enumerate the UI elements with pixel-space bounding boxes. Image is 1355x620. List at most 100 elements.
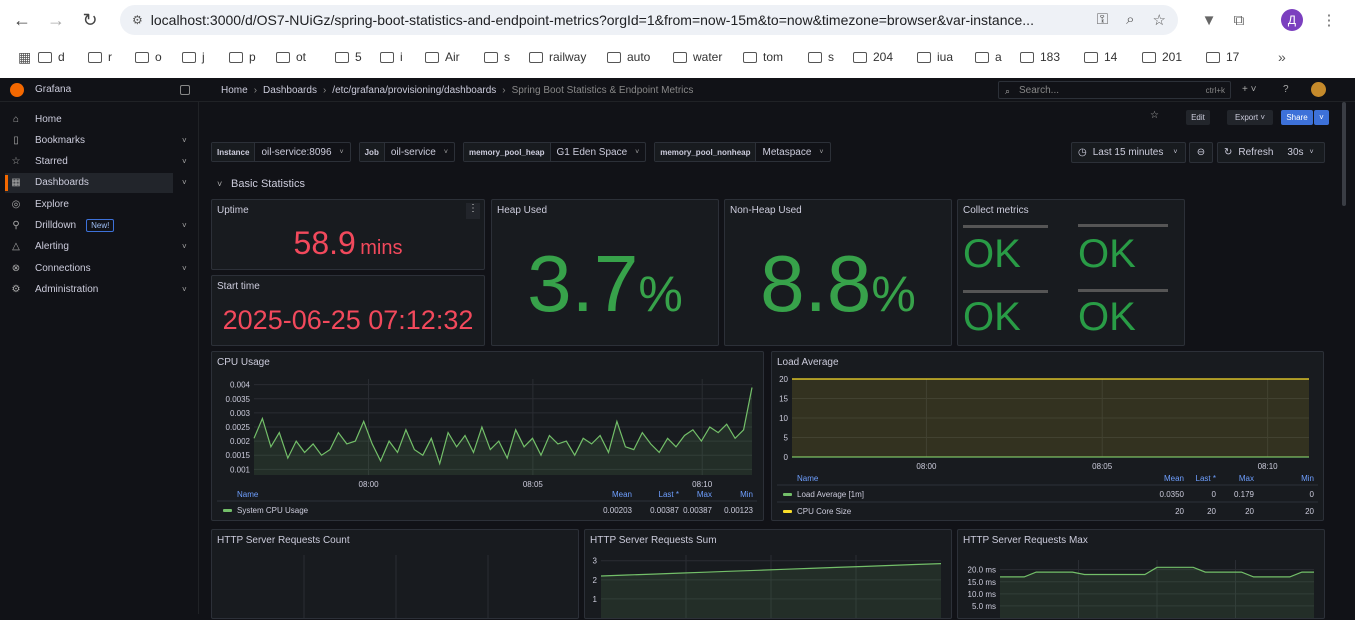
browser-menu-icon[interactable]: ⋮ bbox=[1318, 9, 1340, 31]
bookmark-item[interactable]: ot bbox=[276, 43, 335, 71]
folder-icon bbox=[229, 51, 243, 63]
legend-value: 20 bbox=[1207, 507, 1216, 516]
bookmark-item[interactable]: r bbox=[88, 43, 135, 71]
sidebar-item-explore[interactable]: ◎ Explore bbox=[0, 194, 199, 214]
variable-select[interactable]: oil-service ˅ bbox=[385, 143, 454, 161]
variable-instance[interactable]: Instance oil-service:8096 ˅ bbox=[211, 142, 351, 162]
share-button[interactable]: Share bbox=[1281, 110, 1313, 125]
more-bookmarks-icon[interactable]: » bbox=[1278, 49, 1286, 65]
user-avatar[interactable] bbox=[1311, 82, 1326, 97]
variable-select[interactable]: G1 Eden Space ˅ bbox=[551, 143, 646, 161]
help-icon[interactable]: ? bbox=[1283, 84, 1289, 95]
sidebar-item-drilldown[interactable]: ⚲ Drilldown New! ˅ bbox=[0, 216, 199, 236]
bookmark-item[interactable]: a bbox=[975, 43, 1020, 71]
row-collapse-icon[interactable]: ˅ bbox=[217, 179, 222, 189]
y-tick-label: 0.003 bbox=[230, 409, 251, 418]
star-dashboard-icon[interactable]: ☆ bbox=[1150, 110, 1159, 121]
bookmark-item[interactable]: d bbox=[38, 43, 88, 71]
reload-icon[interactable]: ↻ bbox=[78, 8, 102, 32]
http-sum-chart[interactable]: 3 2 1 bbox=[585, 530, 953, 620]
bookmark-item[interactable]: s bbox=[484, 43, 529, 71]
x-tick-label: 08:05 bbox=[523, 480, 544, 489]
panel-title: Heap Used bbox=[497, 205, 548, 216]
variable-select[interactable]: Metaspace ˅ bbox=[756, 143, 829, 161]
chevron-down-icon[interactable]: ˅ bbox=[182, 178, 187, 187]
row-title[interactable]: Basic Statistics bbox=[231, 178, 305, 190]
http-max-chart[interactable]: 20.0 ms 15.0 ms 10.0 ms 5.0 ms bbox=[958, 530, 1326, 620]
legend-value: 0 bbox=[1310, 490, 1315, 499]
bookmark-item[interactable]: i bbox=[380, 43, 425, 71]
dock-menu-icon[interactable] bbox=[180, 85, 190, 95]
legend-header: Mean bbox=[1164, 474, 1184, 483]
breadcrumb-home[interactable]: Home bbox=[221, 85, 248, 96]
refresh-button[interactable]: ↻ Refresh 30s ˅ bbox=[1217, 142, 1325, 163]
address-bar[interactable]: ⚙ localhost:3000/d/OS7-NUiGz/spring-boot… bbox=[120, 5, 1178, 35]
zoom-out-icon[interactable]: ⊖ bbox=[1189, 142, 1213, 163]
apps-grid-icon[interactable]: ▦ bbox=[18, 49, 38, 66]
variable-memory-pool-heap[interactable]: memory_pool_heap G1 Eden Space ˅ bbox=[462, 142, 647, 162]
chevron-down-icon[interactable]: ˅ bbox=[182, 136, 187, 145]
edit-button[interactable]: Edit bbox=[1186, 110, 1210, 125]
profile-avatar[interactable]: Д bbox=[1281, 9, 1303, 31]
url-text[interactable]: localhost:3000/d/OS7-NUiGz/spring-boot-s… bbox=[151, 12, 1111, 28]
time-picker[interactable]: ◷ Last 15 minutes ˅ bbox=[1071, 142, 1186, 163]
cpu-chart[interactable]: 0.004 0.0035 0.003 0.0025 0.002 0.0015 0.001 08… bbox=[212, 352, 765, 522]
bookmark-item[interactable]: railway bbox=[529, 43, 607, 71]
bookmark-item[interactable]: 201 bbox=[1142, 43, 1206, 71]
chevron-down-icon[interactable]: ˅ bbox=[182, 285, 187, 294]
back-icon[interactable]: ← bbox=[10, 8, 34, 32]
http-count-chart[interactable] bbox=[212, 530, 580, 620]
bookmark-item[interactable]: j bbox=[182, 43, 229, 71]
sidebar-item-alerting[interactable]: △ Alerting ˅ bbox=[0, 237, 199, 257]
bookmark-item[interactable]: 17 bbox=[1206, 43, 1268, 71]
refresh-interval[interactable]: 30s bbox=[1287, 147, 1303, 158]
share-dropdown-icon[interactable]: ˅ bbox=[1314, 110, 1329, 125]
bookmark-item[interactable]: s bbox=[808, 43, 853, 71]
chevron-down-icon[interactable]: ˅ bbox=[182, 242, 187, 251]
add-icon[interactable]: + ˅ bbox=[1242, 84, 1256, 95]
export-button[interactable]: Export ˅ bbox=[1227, 110, 1273, 125]
variable-select[interactable]: oil-service:8096 ˅ bbox=[255, 143, 349, 161]
password-key-icon[interactable]: ⚿ bbox=[1097, 11, 1108, 29]
scrollbar[interactable] bbox=[1342, 102, 1346, 206]
bookmark-item[interactable]: p bbox=[229, 43, 276, 71]
bookmark-item[interactable]: auto bbox=[607, 43, 673, 71]
bookmark-item[interactable]: water bbox=[673, 43, 743, 71]
chevron-down-icon[interactable]: ˅ bbox=[182, 157, 187, 166]
bookmark-label: iua bbox=[937, 50, 954, 64]
bookmark-item[interactable]: 5 bbox=[335, 43, 380, 71]
variable-memory-pool-nonheap[interactable]: memory_pool_nonheap Metaspace ˅ bbox=[654, 142, 831, 162]
chevron-down-icon[interactable]: ˅ bbox=[182, 221, 187, 230]
breadcrumb-folder[interactable]: /etc/grafana/provisioning/dashboards bbox=[332, 85, 496, 96]
sidebar-item-dashboards[interactable]: ▦ Dashboards ˅ bbox=[5, 172, 187, 193]
variable-job[interactable]: Job oil-service ˅ bbox=[358, 142, 455, 162]
load-chart[interactable]: 20 15 10 5 0 08:00 08:05 08:10 Name Mean Last * Max… bbox=[772, 352, 1325, 522]
bookmark-item[interactable]: tom bbox=[743, 43, 808, 71]
grafana-logo-icon[interactable] bbox=[10, 83, 24, 97]
breadcrumb-dashboards[interactable]: Dashboards bbox=[263, 85, 317, 96]
zoom-icon[interactable]: ⌕ bbox=[1126, 11, 1134, 29]
extensions-icon[interactable]: ⧉ bbox=[1228, 9, 1250, 31]
chevron-down-icon[interactable]: ˅ bbox=[182, 264, 187, 273]
bookmark-item[interactable]: iua bbox=[917, 43, 975, 71]
search-input[interactable]: ⌕ Search... ctrl+k bbox=[998, 81, 1231, 99]
forward-icon[interactable]: → bbox=[44, 8, 68, 32]
bookmark-star-icon[interactable]: ☆ bbox=[1153, 11, 1166, 29]
sidebar-item-administration[interactable]: ⚙ Administration ˅ bbox=[0, 279, 199, 299]
panel-uptime: Uptime ⋮ 58.9 mins bbox=[211, 199, 485, 270]
series-area bbox=[792, 379, 1309, 457]
bookmark-item[interactable]: 204 bbox=[853, 43, 917, 71]
sidebar-item-starred[interactable]: ☆ Starred ˅ bbox=[0, 152, 199, 172]
sidebar-item-home[interactable]: ⌂ Home bbox=[0, 109, 199, 129]
site-info-icon[interactable]: ⚙ bbox=[132, 13, 143, 27]
sidebar-item-connections[interactable]: ⊗ Connections ˅ bbox=[0, 258, 199, 278]
sidebar-item-bookmarks[interactable]: ▯ Bookmarks ˅ bbox=[0, 130, 199, 150]
extension-v-icon[interactable]: ▼ bbox=[1198, 9, 1220, 31]
bookmark-item[interactable]: 14 bbox=[1084, 43, 1142, 71]
bookmark-item[interactable]: o bbox=[135, 43, 182, 71]
y-tick-label: 0.002 bbox=[230, 437, 251, 446]
panel-menu-icon[interactable]: ⋮ bbox=[466, 203, 480, 219]
bookmark-item[interactable]: 183 bbox=[1020, 43, 1084, 71]
bookmark-item[interactable]: Air bbox=[425, 43, 484, 71]
uptime-value: 58.9 bbox=[293, 225, 356, 261]
